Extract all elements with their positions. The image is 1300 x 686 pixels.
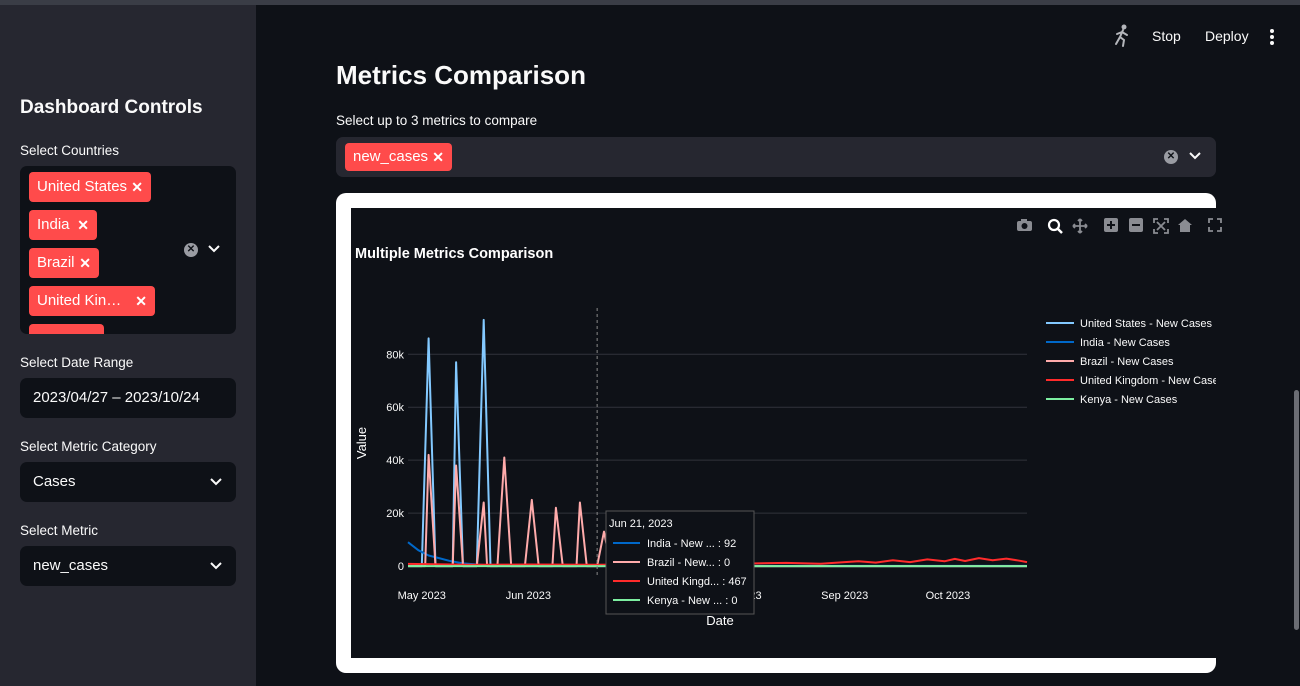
category-value: Cases — [33, 473, 76, 490]
tooltip-row: Kenya - New ... : 0 — [647, 595, 737, 607]
chevron-down-icon[interactable] — [1189, 148, 1201, 163]
y-tick-label: 20k — [386, 508, 404, 520]
y-tick-label: 60k — [386, 402, 404, 414]
stop-button[interactable]: Stop — [1152, 28, 1181, 44]
country-tag-united-states[interactable]: United States ✕ — [29, 172, 151, 202]
date-range-input[interactable]: 2023/04/27 – 2023/10/24 — [20, 378, 236, 418]
country-tag-overflow[interactable] — [29, 324, 104, 334]
sidebar-title: Dashboard Controls — [20, 97, 203, 118]
country-tag-label: Brazil — [37, 254, 75, 271]
country-tag-india[interactable]: India ✕ — [29, 210, 97, 240]
metric-value: new_cases — [33, 557, 109, 574]
country-tag-united-kingdom[interactable]: United Kin… ✕ — [29, 286, 155, 316]
chart-title: Multiple Metrics Comparison — [355, 246, 553, 262]
metrics-select-label: Select up to 3 metrics to compare — [336, 113, 538, 128]
clear-all-icon[interactable]: ✕ — [184, 243, 198, 257]
x-axis-label: Date — [706, 613, 733, 628]
y-tick-label: 0 — [398, 561, 404, 573]
metrics-line-chart: 020k40k60k80k May 2023Jun 2023Jul 2023Au… — [354, 246, 1216, 628]
chevron-down-icon — [210, 462, 222, 502]
legend-item-label[interactable]: Kenya - New Cases — [1080, 394, 1178, 406]
x-tick-label: May 2023 — [398, 590, 446, 602]
main-menu-icon[interactable] — [1270, 29, 1274, 47]
y-tick-label: 80k — [386, 349, 404, 361]
tooltip-row: Brazil - New... : 0 — [647, 557, 730, 569]
remove-tag-icon[interactable]: ✕ — [79, 248, 91, 278]
tooltip-row: India - New ... : 92 — [647, 538, 736, 550]
metric-select[interactable]: new_cases — [20, 546, 236, 586]
remove-tag-icon[interactable]: ✕ — [432, 143, 444, 171]
legend-item-label[interactable]: United Kingdom - New Cases — [1080, 375, 1216, 387]
metric-label: Select Metric — [20, 523, 99, 538]
x-tick-label: Sep 2023 — [821, 590, 868, 602]
country-tag-label: United Kin… — [37, 292, 122, 309]
y-tick-label: 40k — [386, 455, 404, 467]
country-tag-label: India — [37, 216, 70, 233]
metric-tag-new-cases[interactable]: new_cases ✕ — [345, 143, 452, 171]
tooltip-row: United Kingd... : 467 — [647, 576, 747, 588]
tooltip-date: Jun 21, 2023 — [609, 518, 673, 530]
category-label: Select Metric Category — [20, 439, 157, 454]
remove-tag-icon[interactable]: ✕ — [77, 210, 89, 240]
chevron-down-icon[interactable] — [208, 241, 220, 256]
remove-tag-icon[interactable]: ✕ — [135, 286, 147, 316]
legend-item-label[interactable]: United States - New Cases — [1080, 318, 1213, 330]
countries-multiselect[interactable]: United States ✕ India ✕ Brazil ✕ United … — [20, 166, 236, 334]
date-range-label: Select Date Range — [20, 355, 134, 370]
hover-tooltip: Jun 21, 2023 India - New ... : 92 Brazil -… — [605, 510, 755, 615]
x-tick-label: Oct 2023 — [926, 590, 971, 602]
page-title: Metrics Comparison — [336, 60, 586, 90]
country-tag-label: United States — [37, 178, 128, 195]
metrics-multiselect[interactable]: new_cases ✕ ✕ — [336, 137, 1216, 177]
y-axis-label: Value — [354, 427, 369, 459]
remove-tag-icon[interactable]: ✕ — [131, 172, 143, 202]
legend-item-label[interactable]: Brazil - New Cases — [1080, 356, 1174, 368]
running-man-icon — [1112, 24, 1132, 53]
category-select[interactable]: Cases — [20, 462, 236, 502]
clear-all-icon[interactable]: ✕ — [1164, 150, 1178, 164]
countries-label: Select Countries — [20, 143, 120, 158]
chevron-down-icon — [210, 546, 222, 586]
country-tag-brazil[interactable]: Brazil ✕ — [29, 248, 99, 278]
metric-tag-label: new_cases — [353, 148, 429, 165]
page-scrollbar[interactable] — [1294, 390, 1299, 630]
deploy-button[interactable]: Deploy — [1205, 28, 1249, 44]
legend-item-label[interactable]: India - New Cases — [1080, 337, 1170, 349]
x-tick-label: Jun 2023 — [506, 590, 551, 602]
